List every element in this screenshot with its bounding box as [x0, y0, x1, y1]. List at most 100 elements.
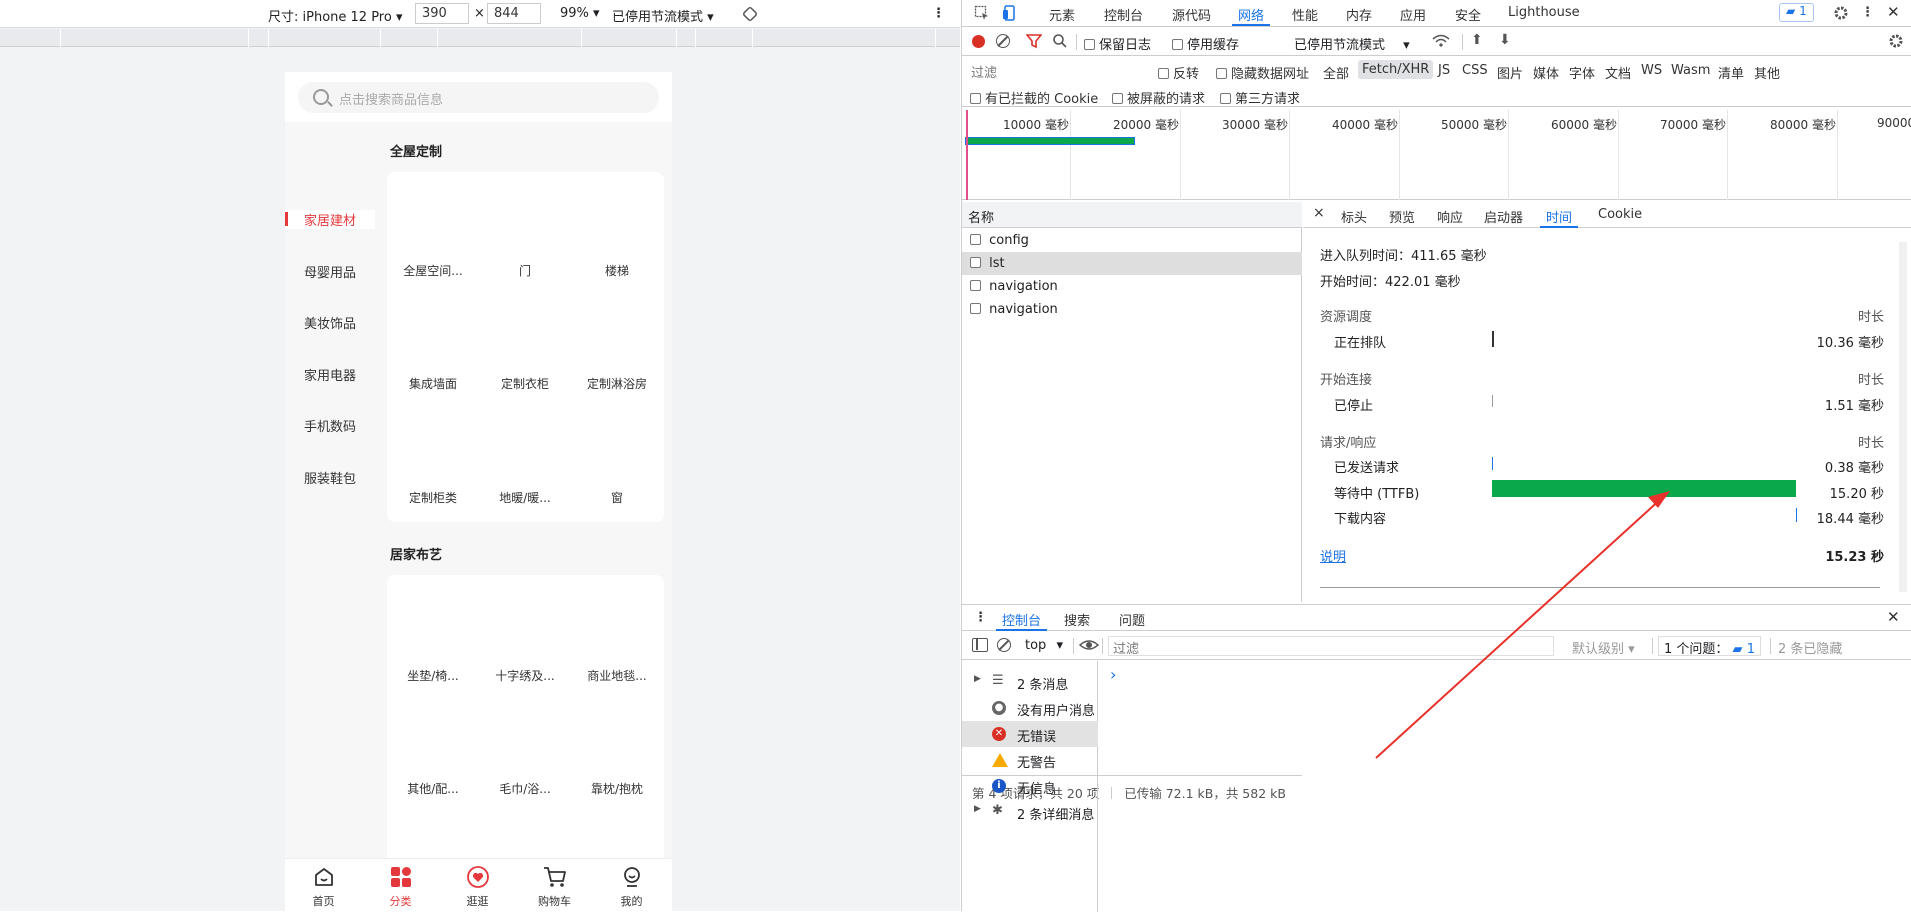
request-row[interactable]: lst — [962, 252, 1302, 275]
subcategory-item[interactable]: 定制柜类 — [387, 489, 479, 506]
sidebar-info[interactable]: i 无信息 — [962, 773, 1098, 799]
drawer-tab-console[interactable]: 控制台 — [995, 610, 1048, 631]
tab-headers[interactable]: 标头 — [1341, 207, 1367, 226]
tab-mine[interactable]: 我的 — [593, 863, 670, 909]
subcategory-item[interactable]: 十字绣及... — [479, 667, 571, 684]
device-select[interactable]: 尺寸: iPhone 12 Pro ▾ — [268, 6, 403, 25]
tab-memory[interactable]: 内存 — [1346, 5, 1372, 24]
network-throttle-select[interactable]: 已停用节流模式 ▾ — [1294, 34, 1410, 53]
throttle-select[interactable]: 已停用节流模式 ▾ — [612, 6, 714, 25]
category-item[interactable]: 手机数码 — [285, 416, 375, 435]
console-prompt[interactable]: › — [1110, 665, 1116, 684]
blocked-cookies-checkbox[interactable]: 有已拦截的 Cookie — [970, 88, 1098, 107]
subcategory-item[interactable]: 地暖/暖... — [479, 489, 571, 506]
context-select[interactable]: top ▾ — [1025, 638, 1063, 653]
subcategory-item[interactable]: 门 — [479, 262, 571, 279]
drawer-tab-issues[interactable]: 问题 — [1119, 610, 1145, 629]
tab-security[interactable]: 安全 — [1455, 5, 1481, 24]
clear-icon[interactable] — [996, 34, 1010, 48]
tab-preview[interactable]: 预览 — [1389, 207, 1415, 226]
type-filter-css[interactable]: CSS — [1462, 63, 1488, 78]
category-item[interactable]: 母婴用品 — [285, 262, 375, 281]
tab-category[interactable]: 分类 — [362, 863, 439, 909]
blocked-requests-checkbox[interactable]: 被屏蔽的请求 — [1112, 88, 1205, 107]
width-input[interactable]: 390 — [415, 3, 469, 24]
issues-badge[interactable]: ▰ 1 — [1779, 3, 1814, 22]
inspect-icon[interactable] — [974, 5, 990, 25]
network-conditions-icon[interactable] — [1432, 33, 1450, 53]
subcategory-item[interactable]: 定制淋浴房 — [571, 375, 663, 392]
close-devtools-icon[interactable]: ✕ — [1887, 3, 1900, 21]
subcategory-item[interactable]: 窗 — [571, 489, 663, 506]
subcategory-item[interactable]: 集成墙面 — [387, 375, 479, 392]
height-input[interactable]: 844 — [487, 3, 541, 24]
tab-browse[interactable]: 逛逛 — [439, 863, 516, 909]
sidebar-warnings[interactable]: 无警告 — [962, 747, 1098, 773]
more-icon[interactable]: ⋮ — [1861, 5, 1874, 20]
type-filter-wasm[interactable]: Wasm — [1671, 63, 1710, 78]
network-settings-icon[interactable] — [1888, 33, 1904, 53]
type-filter-fetch[interactable]: Fetch/XHR — [1358, 60, 1434, 79]
subcategory-item[interactable]: 靠枕/抱枕 — [571, 780, 663, 797]
close-detail-icon[interactable]: × — [1313, 205, 1325, 221]
request-row[interactable]: navigation — [962, 275, 1302, 298]
import-har-icon[interactable]: ⬆ — [1471, 32, 1483, 48]
sidebar-verbose[interactable]: ▶ ✱ 2 条详细消息 — [962, 799, 1098, 825]
tab-response[interactable]: 响应 — [1437, 207, 1463, 226]
subcategory-item[interactable]: 其他/配... — [387, 780, 479, 797]
category-item[interactable]: 美妆饰品 — [285, 313, 375, 332]
request-list-header[interactable]: 名称 — [962, 202, 1302, 228]
tab-performance[interactable]: 性能 — [1292, 5, 1318, 24]
tab-lighthouse[interactable]: Lighthouse — [1508, 5, 1580, 20]
hide-data-urls-checkbox[interactable]: 隐藏数据网址 — [1216, 63, 1309, 82]
invert-checkbox[interactable]: 反转 — [1158, 63, 1199, 82]
drawer-menu-icon[interactable]: ⋮ — [974, 610, 987, 625]
sidebar-messages[interactable]: ▶ ☰ 2 条消息 — [962, 669, 1098, 695]
tab-cookies[interactable]: Cookie — [1598, 207, 1642, 222]
type-filter-all[interactable]: 全部 — [1323, 63, 1349, 82]
subcategory-item[interactable]: 商业地毯... — [571, 667, 663, 684]
type-filter-media[interactable]: 媒体 — [1533, 63, 1559, 82]
filter-icon[interactable] — [1025, 33, 1043, 53]
tab-home[interactable]: 首页 — [285, 863, 362, 909]
category-item[interactable]: 家用电器 — [285, 365, 375, 384]
tab-application[interactable]: 应用 — [1400, 5, 1426, 24]
filter-input[interactable]: 过滤 — [967, 61, 1147, 81]
disable-cache-checkbox[interactable]: 停用缓存 — [1172, 34, 1239, 53]
device-toggle-icon[interactable] — [1002, 5, 1018, 25]
rotate-icon[interactable] — [742, 6, 758, 26]
preserve-log-checkbox[interactable]: 保留日志 — [1084, 34, 1151, 53]
subcategory-item[interactable]: 定制衣柜 — [479, 375, 571, 392]
sidebar-errors[interactable]: ✕ 无错误 — [962, 721, 1098, 747]
subcategory-item[interactable]: 楼梯 — [571, 262, 663, 279]
issues-button[interactable]: 1 个问题： ▰ 1 — [1658, 636, 1761, 657]
search-icon[interactable] — [1052, 33, 1068, 53]
subcategory-item[interactable]: 坐垫/椅... — [387, 667, 479, 684]
zoom-select[interactable]: 99% ▾ — [560, 6, 600, 21]
third-party-checkbox[interactable]: 第三方请求 — [1220, 88, 1300, 107]
type-filter-img[interactable]: 图片 — [1497, 63, 1523, 82]
subcategory-item[interactable]: 毛巾/浴... — [479, 780, 571, 797]
detail-scrollbar[interactable] — [1899, 242, 1907, 592]
tab-console[interactable]: 控制台 — [1104, 5, 1143, 24]
log-level-select[interactable]: 默认级别 ▾ — [1572, 638, 1635, 657]
request-row[interactable]: navigation — [962, 298, 1302, 321]
tab-cart[interactable]: 购物车 — [516, 863, 593, 909]
tab-sources[interactable]: 源代码 — [1172, 5, 1211, 24]
type-filter-ws[interactable]: WS — [1641, 63, 1662, 78]
tab-initiator[interactable]: 启动器 — [1484, 207, 1523, 226]
tab-timing[interactable]: 时间 — [1539, 207, 1579, 228]
explain-link[interactable]: 说明 — [1320, 546, 1346, 565]
category-item[interactable]: 服装鞋包 — [285, 468, 375, 487]
export-har-icon[interactable]: ⬇ — [1499, 32, 1511, 48]
category-item[interactable]: 家居建材 — [285, 210, 375, 229]
tab-elements[interactable]: 元素 — [1049, 5, 1075, 24]
drawer-tab-search[interactable]: 搜索 — [1064, 610, 1090, 629]
eye-icon[interactable] — [1078, 637, 1100, 657]
tab-network[interactable]: 网络 — [1231, 5, 1271, 26]
console-filter-input[interactable]: 过滤 — [1108, 636, 1554, 657]
type-filter-doc[interactable]: 文档 — [1605, 63, 1631, 82]
more-options-icon[interactable]: ⋮ — [932, 6, 945, 21]
close-drawer-icon[interactable]: ✕ — [1887, 608, 1900, 626]
type-filter-manifest[interactable]: 清单 — [1718, 63, 1744, 82]
